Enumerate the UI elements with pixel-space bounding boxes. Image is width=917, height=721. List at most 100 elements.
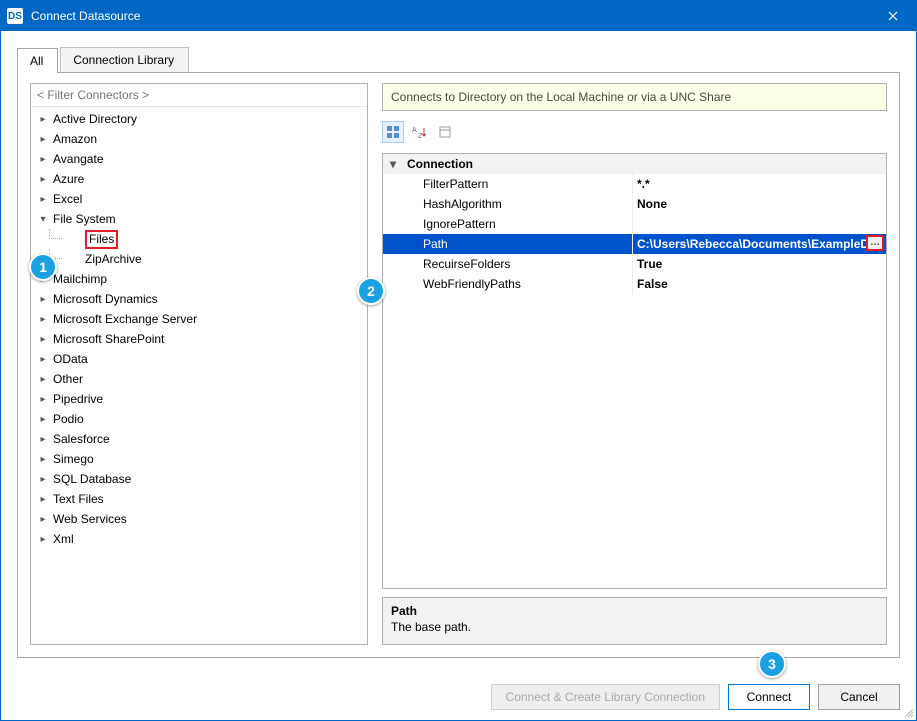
tree-node[interactable]: ▸Xml <box>31 529 367 549</box>
tree-node-label: Simego <box>53 452 94 466</box>
chevron-right-icon[interactable]: ▸ <box>37 473 49 485</box>
tab-connection-library[interactable]: Connection Library <box>60 47 189 72</box>
window-title: Connect Datasource <box>31 9 870 23</box>
tree-node[interactable]: ▾ File System <box>31 209 367 229</box>
chevron-down-icon[interactable]: ▾ <box>37 213 49 225</box>
tree-node[interactable]: ▸Avangate <box>31 149 367 169</box>
tree-node[interactable]: ▸SQL Database <box>31 469 367 489</box>
spacer <box>383 274 403 294</box>
tree-node[interactable]: ▸ Azure <box>31 169 367 189</box>
tree-node-label: Pipedrive <box>53 392 103 406</box>
connector-tree[interactable]: ▸Active Directory▸Amazon▸Avangate▸Azure▸… <box>31 107 367 644</box>
connector-panel: ▸Active Directory▸Amazon▸Avangate▸Azure▸… <box>30 83 368 645</box>
tree-node[interactable]: ▸Mailchimp <box>31 269 367 289</box>
tree-node-label: Mailchimp <box>53 272 107 286</box>
spacer <box>383 194 403 214</box>
connector-description: Connects to Directory on the Local Machi… <box>382 83 887 111</box>
resize-grip[interactable] <box>902 706 914 718</box>
tree-node-child[interactable]: Files <box>31 229 367 249</box>
tab-all[interactable]: All <box>17 48 58 73</box>
property-name: RecuirseFolders <box>403 254 633 274</box>
property-category-row[interactable]: ▾ Connection <box>383 154 886 174</box>
tree-node[interactable]: ▸ Other <box>31 369 367 389</box>
spacer <box>383 234 403 254</box>
property-name: WebFriendlyPaths <box>403 274 633 294</box>
property-row[interactable]: RecuirseFoldersTrue <box>383 254 886 274</box>
property-row[interactable]: PathC:\Users\Rebecca\Documents\ExampleD… <box>383 234 886 254</box>
chevron-right-icon[interactable]: ▸ <box>37 493 49 505</box>
chevron-right-icon[interactable]: ▸ <box>37 453 49 465</box>
tree-node[interactable]: ▸OData <box>31 349 367 369</box>
chevron-right-icon[interactable]: ▸ <box>37 513 49 525</box>
property-name: FilterPattern <box>403 174 633 194</box>
spacer <box>69 233 81 245</box>
tree-node-label: Amazon <box>53 132 97 146</box>
tree-node-label: Microsoft SharePoint <box>53 332 164 346</box>
chevron-right-icon[interactable]: ▸ <box>37 193 49 205</box>
details-panel: Connects to Directory on the Local Machi… <box>382 83 887 645</box>
chevron-right-icon[interactable]: ▸ <box>37 533 49 545</box>
chevron-right-icon[interactable]: ▸ <box>37 133 49 145</box>
tree-node[interactable]: ▸Microsoft Dynamics <box>31 289 367 309</box>
chevron-right-icon[interactable]: ▸ <box>37 433 49 445</box>
filter-connectors-input[interactable] <box>31 84 367 107</box>
tree-node[interactable]: ▸ Amazon <box>31 129 367 149</box>
tree-node-label: Active Directory <box>53 112 137 126</box>
property-row[interactable]: WebFriendlyPathsFalse <box>383 274 886 294</box>
chevron-right-icon[interactable]: ▸ <box>37 153 49 165</box>
chevron-right-icon[interactable]: ▸ <box>37 293 49 305</box>
property-grid: ▾ Connection FilterPattern*.*HashAlgorit… <box>382 153 887 589</box>
property-value[interactable] <box>633 214 886 234</box>
chevron-right-icon[interactable]: ▸ <box>37 113 49 125</box>
property-value[interactable]: C:\Users\Rebecca\Documents\ExampleD… <box>633 234 886 254</box>
property-name: IgnorePattern <box>403 214 633 234</box>
browse-ellipsis-button[interactable]: … <box>866 235 884 251</box>
tree-node[interactable]: ▸Web Services <box>31 509 367 529</box>
chevron-right-icon[interactable]: ▸ <box>37 353 49 365</box>
cancel-button[interactable]: Cancel <box>818 684 900 710</box>
tree-node[interactable]: ▸ Active Directory <box>31 109 367 129</box>
connect-button[interactable]: Connect <box>728 684 810 710</box>
tree-node-label: Excel <box>53 192 82 206</box>
property-value[interactable]: True <box>633 254 886 274</box>
tree-node-child[interactable]: ZipArchive <box>31 249 367 269</box>
property-description-text: The base path. <box>391 620 878 634</box>
chevron-right-icon[interactable]: ▸ <box>37 413 49 425</box>
tree-node-label: Azure <box>53 172 84 186</box>
chevron-right-icon[interactable]: ▸ <box>37 333 49 345</box>
property-name: HashAlgorithm <box>403 194 633 214</box>
connect-create-library-button: Connect & Create Library Connection <box>491 684 720 710</box>
property-value[interactable]: False <box>633 274 886 294</box>
tree-node[interactable]: ▸ Excel <box>31 189 367 209</box>
chevron-right-icon[interactable]: ▸ <box>37 313 49 325</box>
tree-node[interactable]: ▸ Text Files <box>31 489 367 509</box>
tree-node-label: ZipArchive <box>85 252 142 266</box>
tree-node[interactable]: ▸Microsoft Exchange Server <box>31 309 367 329</box>
chevron-right-icon[interactable]: ▸ <box>37 393 49 405</box>
categorized-view-button[interactable] <box>382 121 404 143</box>
tree-node-label: Text Files <box>53 492 104 506</box>
property-row[interactable]: IgnorePattern <box>383 214 886 234</box>
tree-node[interactable]: ▸ Pipedrive <box>31 389 367 409</box>
chevron-right-icon[interactable]: ▸ <box>37 373 49 385</box>
titlebar: DS Connect Datasource <box>1 1 916 31</box>
alphabetical-view-button[interactable]: AZ <box>408 121 430 143</box>
property-rows: ▾ Connection FilterPattern*.*HashAlgorit… <box>383 154 886 588</box>
property-value[interactable]: None <box>633 194 886 214</box>
dialog-window: DS Connect Datasource All Connection Lib… <box>0 0 917 721</box>
collapse-icon[interactable]: ▾ <box>383 154 403 174</box>
property-row[interactable]: FilterPattern*.* <box>383 174 886 194</box>
tree-node-label: File System <box>53 212 116 226</box>
property-pages-button[interactable] <box>434 121 456 143</box>
chevron-right-icon[interactable]: ▸ <box>37 173 49 185</box>
close-button[interactable] <box>870 1 916 31</box>
tree-node[interactable]: ▸ Microsoft SharePoint <box>31 329 367 349</box>
tree-node-label: Salesforce <box>53 432 110 446</box>
property-value[interactable]: *.* <box>633 174 886 194</box>
tree-node[interactable]: ▸ Simego <box>31 449 367 469</box>
button-row: Connect & Create Library Connection Conn… <box>1 670 916 720</box>
property-row[interactable]: HashAlgorithmNone <box>383 194 886 214</box>
tree-node[interactable]: ▸ Salesforce <box>31 429 367 449</box>
tree-node-label: Other <box>53 372 83 386</box>
tree-node[interactable]: ▸Podio <box>31 409 367 429</box>
